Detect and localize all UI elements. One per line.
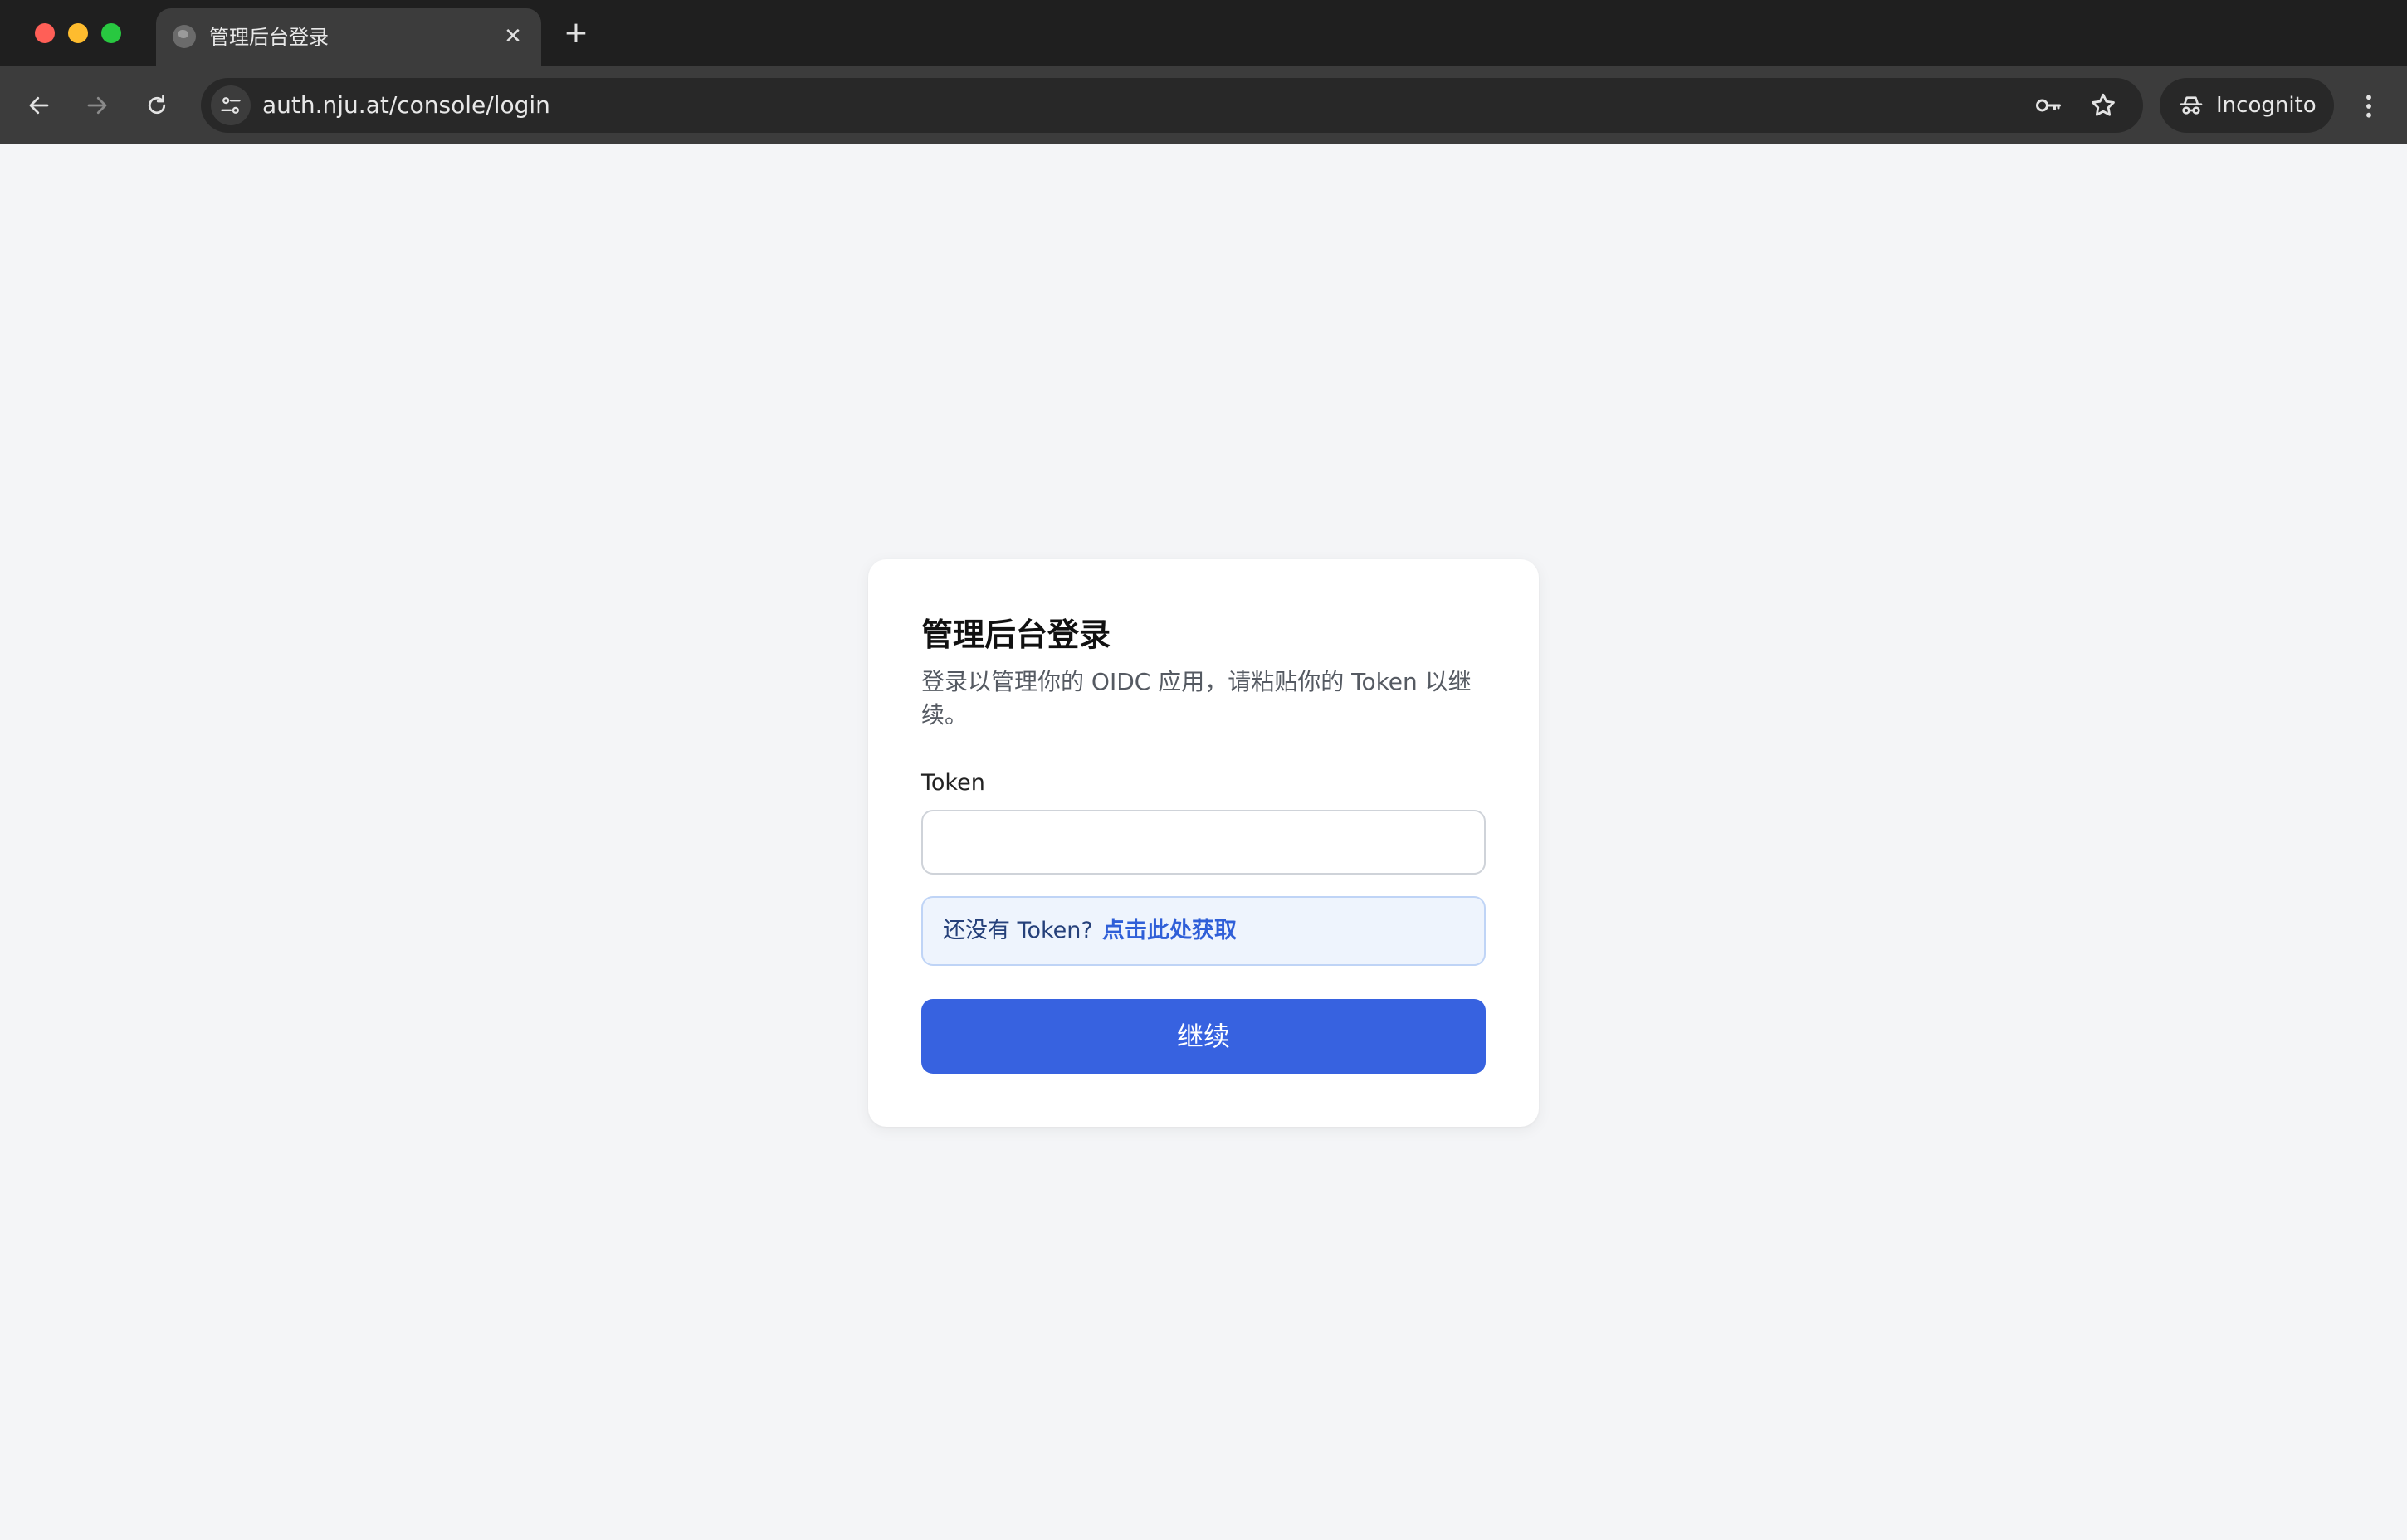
browser-toolbar: auth.nju.at/console/login Incognito (0, 66, 2407, 144)
key-icon (2036, 99, 2061, 112)
reload-icon (148, 95, 166, 115)
page-viewport: 管理后台登录 登录以管理你的 OIDC 应用，请粘贴你的 Token 以继续。 … (0, 144, 2407, 1540)
password-manager-button[interactable] (2032, 89, 2065, 122)
token-input[interactable] (921, 810, 1486, 875)
globe-icon (173, 25, 196, 48)
arrow-right-icon (87, 96, 107, 115)
star-icon (2092, 93, 2115, 116)
login-card: 管理后台登录 登录以管理你的 OIDC 应用，请粘贴你的 Token 以继续。 … (868, 559, 1539, 1127)
login-subtitle: 登录以管理你的 OIDC 应用，请粘贴你的 Token 以继续。 (921, 668, 1472, 729)
bookmark-button[interactable] (2087, 89, 2120, 122)
minimize-window-button[interactable] (68, 23, 88, 43)
token-label: Token (921, 770, 985, 796)
new-tab-button[interactable]: + (559, 17, 593, 50)
get-token-link[interactable]: 点击此处获取 (1102, 916, 1237, 946)
site-info-button[interactable] (211, 85, 251, 125)
forward-button[interactable] (76, 85, 118, 126)
token-hint-box: 还没有 Token? 点击此处获取 (921, 896, 1486, 966)
incognito-indicator[interactable]: Incognito (2160, 78, 2334, 133)
reload-button[interactable] (136, 85, 178, 126)
close-tab-icon[interactable]: ✕ (500, 23, 526, 50)
close-window-button[interactable] (35, 23, 55, 43)
tab-title: 管理后台登录 (209, 26, 329, 49)
browser-chrome: 管理后台登录 ✕ + auth.nju.at/console/login Inc… (0, 0, 2407, 144)
incognito-icon (2176, 90, 2206, 120)
address-bar[interactable]: auth.nju.at/console/login (201, 78, 2143, 133)
token-hint-text: 还没有 Token? (943, 918, 1093, 943)
continue-button[interactable]: 继续 (921, 999, 1486, 1074)
browser-tab-active[interactable]: 管理后台登录 ✕ (156, 8, 541, 66)
url-text[interactable]: auth.nju.at/console/login (262, 91, 550, 119)
maximize-window-button[interactable] (101, 23, 121, 43)
incognito-label: Incognito (2216, 93, 2317, 118)
vertical-dots-icon (2366, 95, 2371, 118)
tune-icon (221, 97, 241, 114)
tab-strip: 管理后台登录 ✕ + (0, 0, 2407, 66)
browser-menu-button[interactable] (2352, 88, 2385, 124)
arrow-left-icon (29, 96, 49, 115)
back-button[interactable] (18, 85, 60, 126)
page-title: 管理后台登录 (921, 616, 1111, 653)
